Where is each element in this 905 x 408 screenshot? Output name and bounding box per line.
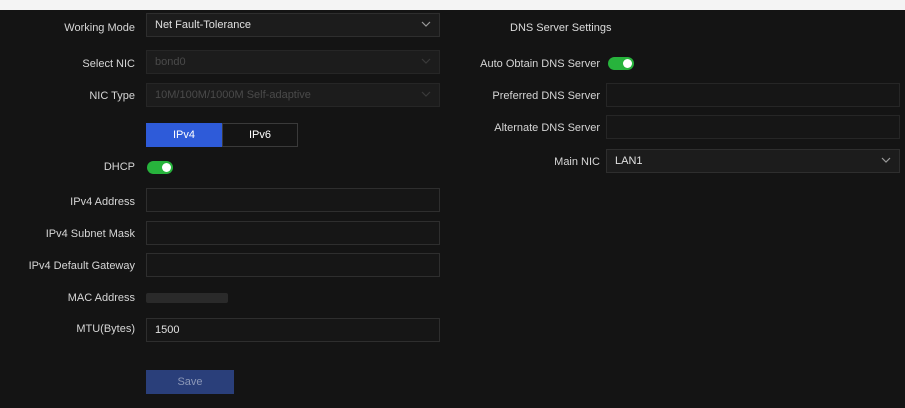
mac-address-label: MAC Address [67, 292, 135, 304]
ipv4-subnet-mask-label: IPv4 Subnet Mask [45, 228, 135, 240]
mac-address-value [146, 293, 228, 303]
select-nic-label: Select NIC [82, 58, 135, 70]
toggle-knob [623, 59, 632, 68]
working-mode-label: Working Mode [64, 22, 135, 34]
toggle-knob [162, 163, 171, 172]
dhcp-toggle[interactable] [147, 161, 173, 174]
working-mode-value: Net Fault-Tolerance [155, 19, 251, 31]
save-button[interactable]: Save [146, 370, 234, 394]
chevron-down-icon [421, 21, 431, 27]
working-mode-select[interactable]: Net Fault-Tolerance [146, 13, 440, 37]
select-nic-value: bond0 [155, 56, 186, 68]
top-band [0, 0, 905, 10]
dns-settings-heading: DNS Server Settings [510, 22, 612, 34]
chevron-down-icon [421, 91, 431, 97]
alternate-dns-field[interactable] [606, 115, 900, 139]
preferred-dns-label: Preferred DNS Server [492, 90, 600, 102]
preferred-dns-field[interactable] [606, 83, 900, 107]
main-nic-select[interactable]: LAN1 [606, 149, 900, 173]
ipv4-default-gateway-field[interactable] [146, 253, 440, 277]
mtu-field[interactable]: 1500 [146, 318, 440, 342]
ipv4-address-label: IPv4 Address [70, 196, 135, 208]
ipv4-address-field[interactable] [146, 188, 440, 212]
ipv4-default-gateway-label: IPv4 Default Gateway [28, 260, 135, 272]
chevron-down-icon [421, 58, 431, 64]
auto-dns-toggle[interactable] [608, 57, 634, 70]
chevron-down-icon [881, 157, 891, 163]
tab-ipv6[interactable]: IPv6 [222, 123, 298, 147]
dhcp-label: DHCP [103, 161, 135, 173]
main-nic-value: LAN1 [615, 155, 643, 167]
auto-dns-label: Auto Obtain DNS Server [480, 58, 600, 70]
nic-type-value: 10M/100M/1000M Self-adaptive [155, 89, 311, 101]
mtu-label: MTU(Bytes) [76, 323, 135, 335]
alternate-dns-label: Alternate DNS Server [494, 122, 600, 134]
tab-ipv4[interactable]: IPv4 [146, 123, 222, 147]
nic-type-select[interactable]: 10M/100M/1000M Self-adaptive [146, 83, 440, 107]
ipv4-subnet-mask-field[interactable] [146, 221, 440, 245]
select-nic-select[interactable]: bond0 [146, 50, 440, 74]
main-nic-label: Main NIC [554, 156, 600, 168]
nic-type-label: NIC Type [89, 90, 135, 102]
network-settings-panel: Working Mode Net Fault-Tolerance Select … [0, 10, 905, 408]
